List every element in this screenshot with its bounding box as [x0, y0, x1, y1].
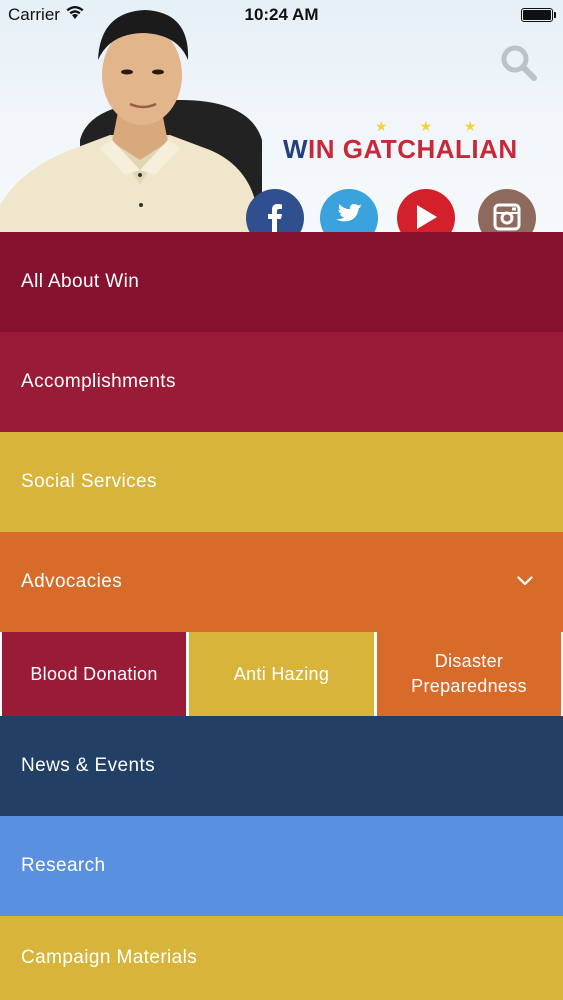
- menu-item-label: Accomplishments: [21, 371, 176, 392]
- instagram-button[interactable]: [478, 189, 536, 232]
- facebook-icon: [268, 204, 282, 232]
- header: Carrier 10:24 AM ★ ★ ★ WIN GATCHALIAN: [0, 0, 563, 232]
- logo-text: WIN GATCHALIAN: [283, 134, 518, 165]
- submenu-item-blood-donation[interactable]: Blood Donation: [2, 632, 186, 716]
- portrait-image: [0, 10, 262, 232]
- main-menu: All About Win Accomplishments Social Ser…: [0, 232, 563, 1000]
- submenu-item-anti-hazing[interactable]: Anti Hazing: [189, 632, 374, 716]
- twitter-button[interactable]: [320, 189, 378, 232]
- menu-item-label: Campaign Materials: [21, 947, 198, 968]
- menu-item-label: News & Events: [21, 755, 156, 776]
- status-bar: Carrier 10:24 AM: [0, 0, 563, 30]
- menu-item-label: Research: [21, 855, 106, 876]
- brand-logo: ★ ★ ★ WIN GATCHALIAN: [283, 118, 533, 166]
- battery-fill: [523, 10, 551, 20]
- menu-item-all-about-win[interactable]: All About Win: [0, 232, 563, 332]
- logo-name-rest: IN GATCHALIAN: [308, 134, 518, 164]
- submenu-item-label: Anti Hazing: [233, 663, 330, 684]
- chevron-down-icon[interactable]: [517, 576, 533, 586]
- menu-item-advocacies[interactable]: Advocacies: [0, 532, 563, 632]
- facebook-button[interactable]: [246, 189, 304, 232]
- instagram-icon: [493, 203, 521, 231]
- clock: 10:24 AM: [244, 5, 319, 24]
- menu-item-social-services[interactable]: Social Services: [0, 432, 563, 532]
- submenu-item-disaster-preparedness[interactable]: Disaster Preparedness: [377, 632, 561, 716]
- submenu-item-label: Disaster Preparedness: [411, 651, 527, 696]
- menu-item-label: Advocacies: [21, 571, 123, 592]
- menu-item-news-events[interactable]: News & Events: [0, 716, 563, 816]
- menu-item-accomplishments[interactable]: Accomplishments: [0, 332, 563, 432]
- menu-item-label: Social Services: [21, 471, 157, 492]
- menu-item-label: All About Win: [21, 271, 140, 292]
- youtube-icon: [417, 205, 437, 229]
- youtube-button[interactable]: [397, 189, 455, 232]
- advocacies-submenu: Blood Donation Anti Hazing Disaster Prep…: [0, 632, 563, 716]
- search-icon[interactable]: [500, 44, 538, 82]
- menu-item-campaign-materials[interactable]: Campaign Materials: [0, 916, 563, 1000]
- submenu-item-label: Blood Donation: [30, 663, 158, 684]
- battery-icon: [521, 8, 556, 22]
- logo-letter-w: W: [283, 134, 309, 164]
- logo-stars: ★ ★ ★: [375, 118, 491, 134]
- menu-item-research[interactable]: Research: [0, 816, 563, 916]
- twitter-icon: [336, 204, 362, 222]
